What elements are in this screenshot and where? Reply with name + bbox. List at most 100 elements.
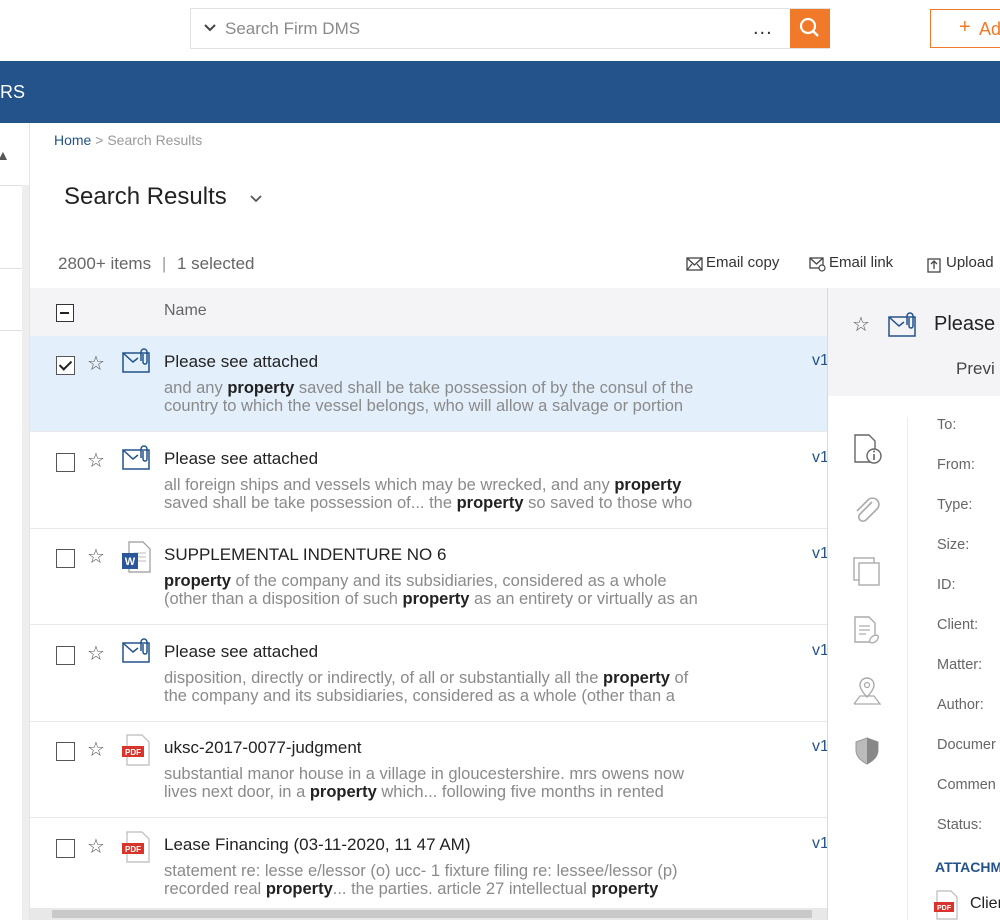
search-hit: property	[456, 493, 524, 512]
snippet-text: all foreign ships and vessels which may …	[164, 475, 615, 494]
snippet-text: as an entirety or virtually as an	[469, 590, 698, 608]
row-checkbox[interactable]	[56, 356, 75, 375]
search-input[interactable]	[225, 15, 745, 43]
left-rail: ▲	[0, 123, 30, 920]
preview-field-label: Size:	[937, 537, 970, 553]
shield-icon[interactable]	[850, 734, 884, 768]
preview-toolbar	[828, 418, 908, 920]
snippet-text: saved shall be take possession of by the…	[294, 379, 694, 397]
left-rail-scrollbar[interactable]	[22, 185, 29, 920]
pdf-icon: PDF	[934, 890, 958, 920]
nav-item-label[interactable]: RS	[0, 82, 25, 103]
row-title[interactable]: Please see attached	[164, 449, 318, 469]
star-icon[interactable]: ☆	[87, 834, 105, 859]
table-row[interactable]: ☆ W SUPPLEMENTAL INDENTURE NO 6 property of…	[30, 529, 829, 625]
chevron-down-icon[interactable]	[248, 190, 264, 206]
preview-field-label: From:	[937, 457, 975, 473]
row-checkbox[interactable]	[56, 838, 75, 858]
snippet-text: substantial manor house in a village in …	[164, 765, 685, 783]
snippet-text: ... the parties. article 27 intellectual	[332, 879, 592, 898]
snippet-text: disposition, directly or indirectly, of …	[164, 668, 603, 687]
divider	[0, 185, 24, 186]
snippet-text: so saved to those who	[523, 493, 693, 512]
preview-field-label: ID:	[937, 577, 956, 593]
search-hit: property	[164, 572, 231, 590]
email-link-label: Email link	[829, 254, 894, 271]
preview-field-label: Matter:	[937, 657, 983, 673]
email-copy-icon	[686, 257, 703, 271]
row-snippet: disposition, directly or indirectly, of …	[164, 669, 784, 705]
divider	[0, 268, 24, 269]
email-attachment-icon	[888, 312, 916, 337]
row-snippet: statement re: lesse e/lessor (o) ucc- 1 …	[164, 862, 784, 898]
horizontal-scrollbar[interactable]	[30, 908, 827, 920]
tab-preview[interactable]: Previ	[956, 359, 995, 379]
chevron-down-icon[interactable]	[203, 21, 217, 35]
breadcrumb-current: Search Results	[107, 132, 203, 148]
search-hit: property	[227, 379, 295, 397]
document-info-icon[interactable]	[850, 432, 884, 466]
attachments-header: ATTACHM	[935, 859, 1000, 875]
table-row[interactable]: ☆ PDF Lease Financing (03-11-2020, 11 47 A…	[30, 818, 829, 915]
result-summary: 2800+ items | 1 selected	[58, 254, 254, 274]
table-row[interactable]: ☆ Please see attached all foreign ships an…	[30, 432, 829, 529]
row-title[interactable]: SUPPLEMENTAL INDENTURE NO 6	[164, 545, 446, 565]
add-button[interactable]: + Ad	[930, 9, 1000, 48]
attachment-name[interactable]: Clier	[970, 895, 1000, 913]
svg-text:W: W	[125, 556, 136, 568]
row-title[interactable]: Lease Financing (03-11-2020, 11 47 AM)	[164, 835, 471, 855]
search-button[interactable]	[790, 9, 830, 48]
star-icon[interactable]: ☆	[852, 312, 870, 337]
table-row[interactable]: ☆ Please see attached and any property sav…	[30, 336, 829, 432]
star-icon[interactable]: ☆	[87, 544, 105, 569]
star-icon[interactable]: ☆	[87, 351, 105, 376]
selected-count: 1 selected	[176, 254, 255, 273]
table-row[interactable]: ☆ PDF uksc-2017-0077-judgment substantial m…	[30, 722, 829, 818]
snippet-text: the company and its subsidiaries, consid…	[164, 686, 675, 705]
row-title[interactable]: Please see attached	[164, 352, 318, 372]
email-attachment-icon	[122, 444, 150, 470]
star-icon[interactable]: ☆	[87, 641, 105, 666]
search-hit: property	[602, 668, 670, 687]
paperclip-icon[interactable]	[850, 494, 884, 528]
star-icon[interactable]: ☆	[87, 737, 105, 762]
snippet-text: lives next door, in a	[164, 783, 310, 801]
plus-icon: +	[959, 16, 971, 38]
snippet-text: country to which the vessel belongs, who…	[164, 397, 684, 415]
row-checkbox[interactable]	[56, 549, 75, 568]
column-header-name[interactable]: Name	[164, 302, 207, 320]
row-title[interactable]: uksc-2017-0077-judgment	[164, 738, 362, 758]
select-all-checkbox[interactable]	[56, 304, 74, 322]
preview-header: ☆ Please Previ	[828, 288, 1000, 396]
row-title[interactable]: Please see attached	[164, 642, 318, 662]
page-title: Search Results	[64, 183, 227, 210]
preview-field-label: Client:	[937, 617, 979, 633]
email-attachment-icon	[122, 348, 150, 373]
row-checkbox[interactable]	[56, 645, 75, 665]
preview-field-label: Type:	[937, 497, 973, 513]
search-options-button[interactable]: ...	[753, 17, 773, 40]
email-attachment-icon	[122, 637, 150, 663]
file-type-icon: PDF	[122, 830, 152, 868]
divider	[0, 330, 24, 331]
collapse-icon[interactable]: ▲	[0, 147, 10, 163]
row-checkbox[interactable]	[56, 452, 75, 472]
breadcrumb-home-link[interactable]: Home	[54, 132, 91, 148]
file-type-icon: PDF	[122, 734, 152, 771]
file-type-icon: W	[122, 541, 152, 578]
preview-field-label: Status:	[937, 817, 983, 833]
star-icon[interactable]: ☆	[87, 448, 105, 473]
copies-icon[interactable]	[850, 554, 884, 588]
snippet-text: and any	[164, 379, 228, 397]
main-nav-bar: RS	[0, 61, 1000, 123]
word-document-icon: W	[122, 541, 151, 573]
scrollbar-thumb[interactable]	[52, 910, 812, 918]
upload-icon	[927, 258, 941, 273]
preview-field-label: Commen	[937, 777, 996, 793]
table-row[interactable]: ☆ Please see attached disposition, directl…	[30, 625, 829, 722]
location-pin-icon[interactable]	[850, 674, 884, 708]
summary-divider: |	[161, 254, 167, 273]
search-hit: property	[309, 783, 377, 801]
linked-document-icon[interactable]	[850, 614, 884, 648]
row-checkbox[interactable]	[56, 742, 75, 761]
